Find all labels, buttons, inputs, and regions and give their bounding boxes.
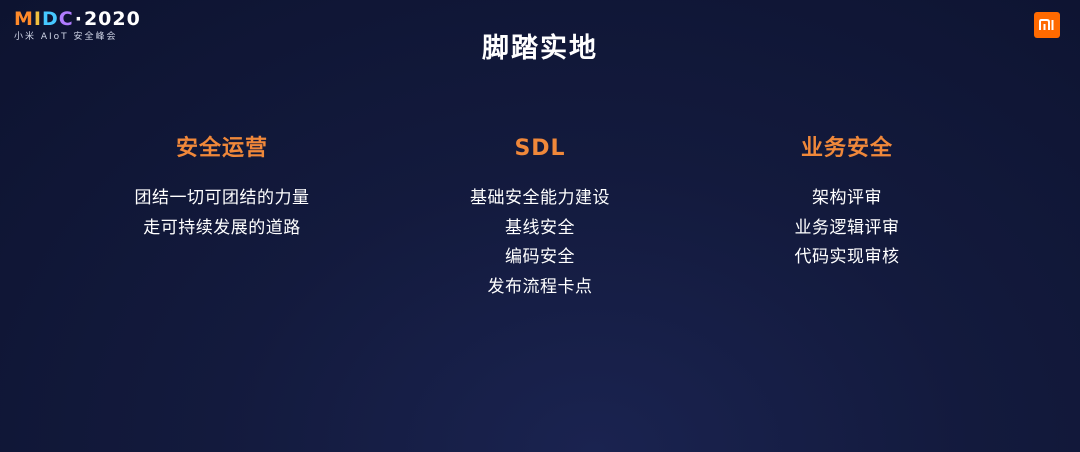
column-heading: 业务安全 bbox=[800, 136, 893, 161]
list-item: 架构评审 bbox=[812, 188, 882, 208]
column-business-security: 业务安全 架构评审 业务逻辑评审 代码实现审核 bbox=[697, 132, 997, 273]
column-sdl: SDL 基础安全能力建设 基线安全 编码安全 发布流程卡点 bbox=[390, 132, 690, 302]
list-item: 编码安全 bbox=[505, 247, 575, 267]
column-heading: 安全运营 bbox=[175, 136, 268, 161]
list-item: 走可持续发展的道路 bbox=[143, 217, 301, 238]
column-heading: SDL bbox=[514, 136, 566, 161]
list-item: 基线安全 bbox=[505, 217, 575, 238]
list-item: 业务逻辑评审 bbox=[794, 217, 900, 238]
list-item: 基础安全能力建设 bbox=[470, 188, 610, 208]
column-security-operations: 安全运营 团结一切可团结的力量 走可持续发展的道路 bbox=[72, 132, 372, 243]
page-title: 脚踏实地 bbox=[482, 33, 598, 64]
list-item: 团结一切可团结的力量 bbox=[134, 188, 310, 208]
list-item: 代码实现审核 bbox=[794, 247, 900, 267]
list-item: 发布流程卡点 bbox=[487, 276, 593, 297]
